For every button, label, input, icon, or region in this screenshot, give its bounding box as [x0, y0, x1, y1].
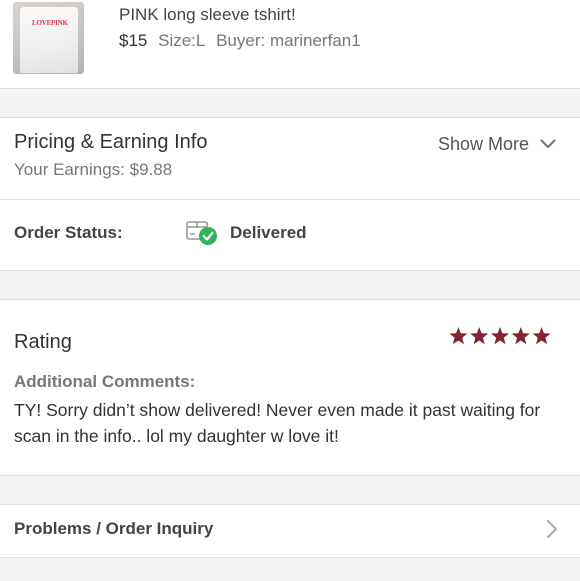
rating-section: Rating Additional Comments: TY! Sorry di… [0, 300, 580, 475]
shirt-image [20, 7, 78, 73]
section-separator [0, 270, 580, 300]
item-size: Size:L [158, 31, 206, 50]
order-status-section: Order Status: Delivered [0, 200, 580, 270]
your-earnings: Your Earnings: $9.88 [14, 160, 173, 179]
rating-title: Rating [14, 331, 72, 353]
star-icon [449, 327, 468, 345]
pricing-section: Pricing & Earning Info Your Earnings: $9… [0, 118, 580, 199]
chevron-right-icon [546, 519, 558, 544]
problems-order-inquiry-label: Problems / Order Inquiry [14, 519, 214, 538]
star-icon [470, 327, 489, 345]
order-status-label: Order Status: [14, 223, 123, 242]
order-status-value: Delivered [230, 223, 307, 242]
star-rating [449, 327, 551, 345]
additional-comments-text: TY! Sorry didn’t show delivered! Never e… [14, 400, 541, 446]
chevron-down-icon [540, 133, 556, 154]
item-meta: $15 Size:L Buyer: marinerfan1 [119, 31, 361, 51]
delivered-box-check-icon [185, 217, 219, 247]
item-price: $15 [119, 31, 148, 50]
item-title: PINK long sleeve tshirt! [119, 5, 296, 24]
star-icon [490, 327, 510, 345]
section-separator [0, 557, 580, 581]
show-more-button[interactable]: Show More [438, 134, 556, 155]
show-more-label: Show More [437, 134, 529, 154]
star-icon [511, 327, 530, 345]
shirt-print-text: LOVEPINK [32, 19, 68, 27]
section-separator [0, 475, 580, 505]
pricing-title: Pricing & Earning Info [14, 131, 208, 153]
item-buyer: Buyer: marinerfan1 [216, 31, 361, 50]
star-icon [532, 327, 551, 345]
problems-order-inquiry-row[interactable]: Problems / Order Inquiry [0, 505, 580, 557]
additional-comments-label: Additional Comments: [14, 372, 196, 391]
item-thumbnail[interactable]: LOVEPINK [13, 2, 84, 74]
item-summary[interactable]: LOVEPINK PINK long sleeve tshirt! $15 Si… [0, 0, 580, 88]
section-separator [0, 88, 580, 118]
